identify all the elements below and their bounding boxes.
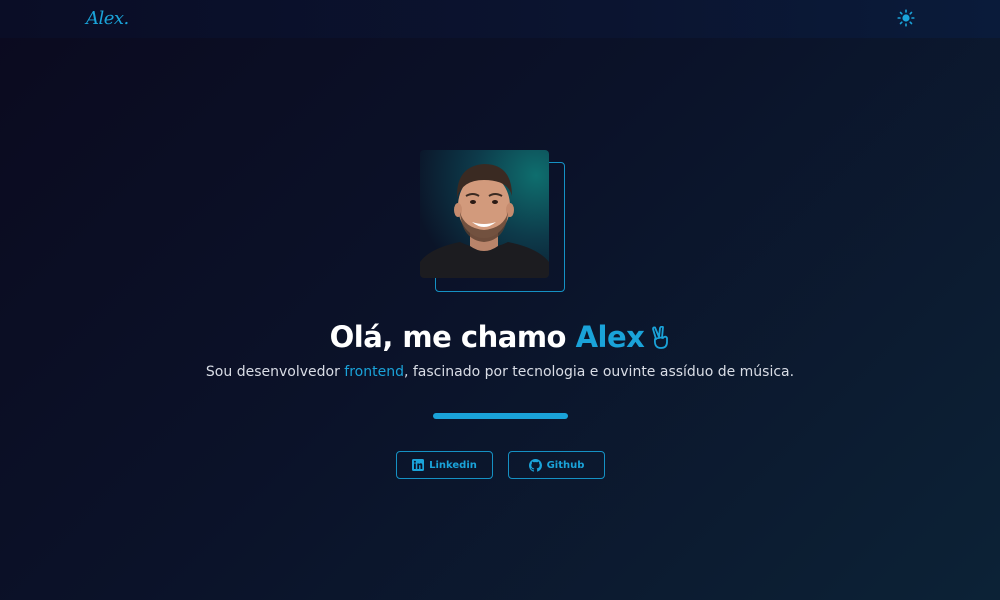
profile-photo <box>420 150 549 278</box>
linkedin-icon <box>412 459 425 471</box>
linkedin-label: Linkedin <box>429 459 477 471</box>
subtitle-highlight: frontend <box>344 364 404 380</box>
github-button[interactable]: Github <box>508 451 605 479</box>
page-title: Olá, me chamo Alex <box>0 320 1000 357</box>
accent-bar <box>433 413 568 419</box>
navbar: Alex. <box>0 0 1000 38</box>
profile-photo-container <box>420 150 566 292</box>
sun-icon <box>897 9 915 27</box>
subtitle-prefix: Sou desenvolvedor <box>205 364 340 380</box>
linkedin-button[interactable]: Linkedin <box>396 451 493 479</box>
github-label: Github <box>546 459 585 471</box>
portrait-illustration <box>420 164 549 278</box>
logo[interactable]: Alex. <box>86 8 129 29</box>
greeting-text: Olá, me chamo <box>329 320 567 354</box>
theme-toggle-button[interactable] <box>897 9 915 27</box>
github-icon <box>528 458 542 472</box>
victory-hand-icon <box>650 323 670 357</box>
name-text: Alex <box>575 320 645 354</box>
subtitle-suffix: , fascinado por tecnologia e ouvinte ass… <box>403 364 795 380</box>
subtitle: Sou desenvolvedor frontend, fascinado po… <box>0 364 1000 380</box>
